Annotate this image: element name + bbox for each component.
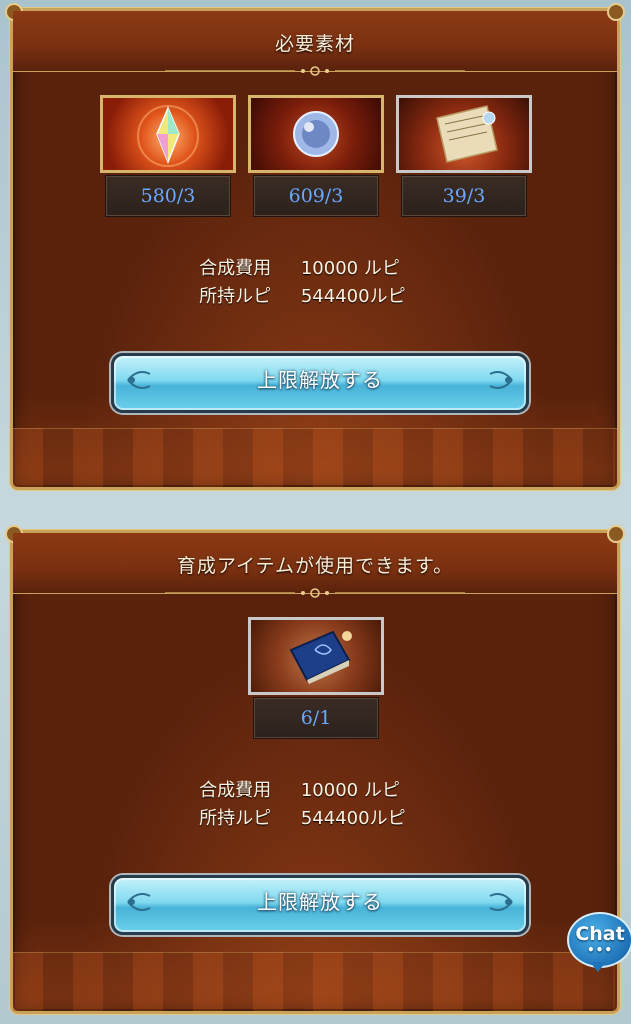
material-item-crystal-orb[interactable]: 609/3: [248, 95, 384, 217]
panel-footer: [13, 428, 617, 487]
button-ornament-left-icon: [127, 893, 151, 911]
header-ornament-icon: [165, 66, 465, 76]
material-item-scroll[interactable]: 39/3: [396, 95, 532, 217]
blue-book-icon: [248, 617, 384, 695]
owned-label: 所持ルピ: [199, 808, 272, 829]
button-ornament-right-icon: [489, 371, 513, 389]
cost-info: 合成費用 10000 ルピ 所持ルピ 544400ルピ: [13, 255, 617, 311]
chat-button[interactable]: Chat •••: [567, 912, 631, 972]
cost-value: 10000 ルピ: [300, 780, 400, 801]
chat-label: Chat: [575, 923, 625, 945]
material-count: 609/3: [253, 175, 379, 217]
required-materials-panel: 必要素材 580/3 609/3 39/3 合成費用 10000 ルピ 所持ルピ…: [5, 3, 625, 490]
rainbow-crystal-icon: [100, 95, 236, 173]
button-label: 上限解放する: [257, 890, 383, 914]
button-ornament-left-icon: [127, 371, 151, 389]
owned-value: 544400ルピ: [300, 808, 406, 829]
growth-item-blue-book[interactable]: 6/1: [248, 617, 384, 739]
scroll-icon: [396, 95, 532, 173]
cost-label: 合成費用: [199, 258, 272, 279]
chat-dots-icon: •••: [586, 943, 613, 957]
owned-value: 544400ルピ: [300, 286, 406, 307]
crystal-orb-icon: [248, 95, 384, 173]
panel-footer: [13, 952, 617, 1011]
panel-title: 必要素材: [274, 33, 355, 55]
material-count: 39/3: [401, 175, 527, 217]
cost-value: 10000 ルピ: [300, 258, 400, 279]
cost-info: 合成費用 10000 ルピ 所持ルピ 544400ルピ: [13, 777, 617, 833]
growth-item-panel: 育成アイテムが使用できます。 6/1 合成費用 10000 ルピ 所持ルピ 54…: [5, 525, 625, 1014]
button-label: 上限解放する: [257, 368, 383, 392]
panel-title: 育成アイテムが使用できます。: [176, 555, 454, 577]
material-item-rainbow-crystal[interactable]: 580/3: [100, 95, 236, 217]
item-count: 6/1: [253, 697, 379, 739]
chat-tail: [590, 962, 606, 972]
header-ornament-icon: [165, 588, 465, 598]
limit-break-button[interactable]: 上限解放する: [111, 353, 529, 413]
limit-break-button[interactable]: 上限解放する: [111, 875, 529, 935]
cost-label: 合成費用: [199, 780, 272, 801]
button-ornament-right-icon: [489, 893, 513, 911]
material-count: 580/3: [105, 175, 231, 217]
owned-label: 所持ルピ: [199, 286, 272, 307]
